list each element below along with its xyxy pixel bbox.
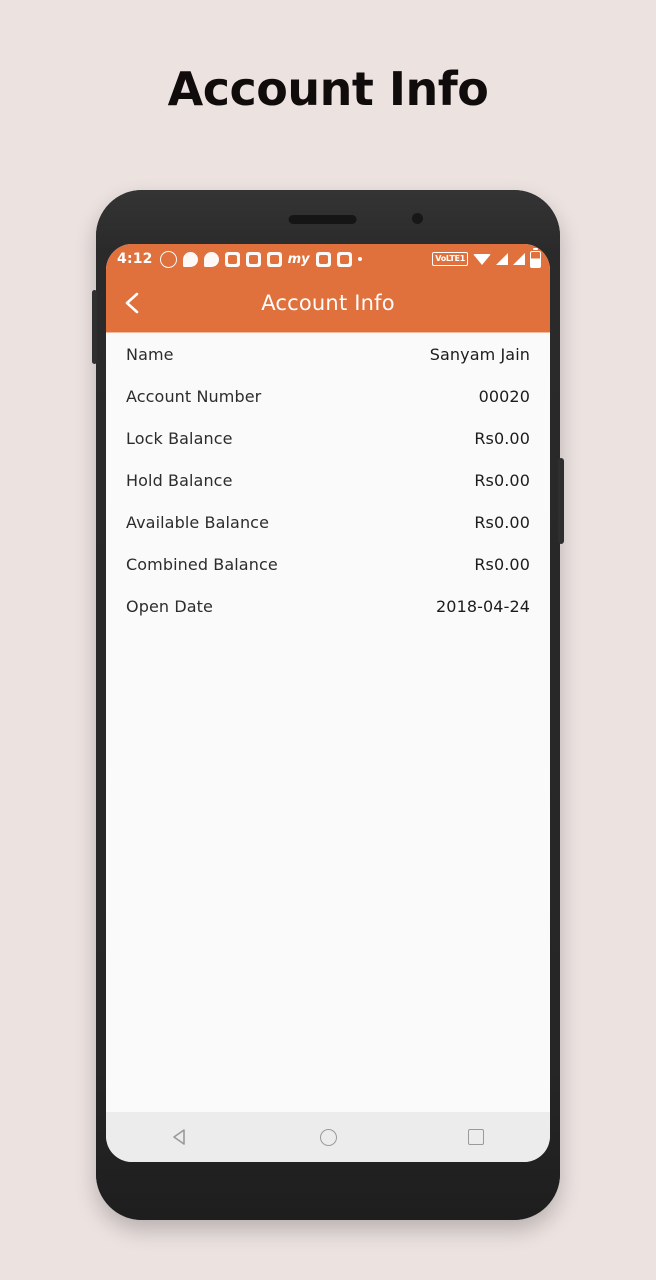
row-label: Combined Balance (126, 555, 278, 574)
row-value: Sanyam Jain (429, 345, 530, 364)
my-app-icon: my (287, 251, 310, 267)
row-value: Rs0.00 (474, 555, 530, 574)
app-alert-icon-2 (245, 251, 261, 267)
row-label: Open Date (126, 597, 213, 616)
power-button[interactable] (558, 458, 564, 544)
row-label: Lock Balance (126, 429, 233, 448)
table-row[interactable]: Account Number 00020 (126, 387, 530, 429)
app-alert-icon-3 (266, 251, 282, 267)
table-row[interactable]: Lock Balance Rs0.00 (126, 429, 530, 471)
volte-badge: VoLTE1 (432, 252, 468, 266)
chevron-left-icon (125, 292, 139, 314)
messages-icon (203, 251, 219, 267)
row-value: Rs0.00 (474, 471, 530, 490)
wifi-icon (473, 253, 491, 265)
nav-back-button[interactable] (151, 1112, 209, 1162)
android-navigation-bar (106, 1112, 550, 1162)
row-value: 00020 (478, 387, 530, 406)
row-label: Available Balance (126, 513, 270, 532)
status-bar: 4:12 my VoLTE1 (106, 244, 550, 274)
news-app-icon (336, 251, 352, 267)
phone-device-frame: 4:12 my VoLTE1 Account Info Name Sanyam … (92, 190, 564, 1220)
earpiece-speaker (288, 215, 357, 224)
back-triangle-icon (173, 1129, 185, 1145)
volume-button[interactable] (92, 290, 97, 364)
home-circle-icon (319, 1128, 337, 1146)
status-right-group: VoLTE1 (432, 247, 541, 268)
row-label: Name (126, 345, 174, 364)
table-row[interactable]: Hold Balance Rs0.00 (126, 471, 530, 513)
row-value: Rs0.00 (474, 429, 530, 448)
table-row[interactable]: Combined Balance Rs0.00 (126, 555, 530, 597)
status-time: 4:12 (117, 251, 153, 267)
more-notifications-dot (357, 257, 362, 261)
whatsapp-icon (159, 250, 177, 268)
nav-recents-button[interactable] (447, 1112, 505, 1162)
table-row[interactable]: Name Sanyam Jain (126, 345, 530, 387)
row-label: Account Number (126, 387, 262, 406)
table-row[interactable]: Open Date 2018-04-24 (126, 597, 530, 639)
battery-icon (530, 247, 541, 268)
nav-home-button[interactable] (299, 1112, 357, 1162)
page-title: Account Info (167, 62, 489, 116)
row-value: 2018-04-24 (436, 597, 530, 616)
back-button[interactable] (106, 274, 158, 332)
account-info-list: Name Sanyam Jain Account Number 00020 Lo… (106, 333, 550, 1112)
row-label: Hold Balance (126, 471, 233, 490)
front-camera-icon (412, 213, 423, 224)
phone-screen: 4:12 my VoLTE1 Account Info Name Sanyam … (106, 244, 550, 1162)
chat-icon (182, 251, 198, 267)
signal-icon-1 (496, 253, 508, 265)
app-bar-title: Account Info (261, 291, 395, 315)
signal-icon-2 (513, 253, 525, 265)
table-row[interactable]: Available Balance Rs0.00 (126, 513, 530, 555)
recents-square-icon (468, 1129, 484, 1145)
row-value: Rs0.00 (474, 513, 530, 532)
notification-icons-group: my (159, 250, 433, 268)
app-bar: Account Info (106, 274, 550, 333)
camera-app-icon (315, 251, 331, 267)
app-alert-icon-1 (224, 251, 240, 267)
